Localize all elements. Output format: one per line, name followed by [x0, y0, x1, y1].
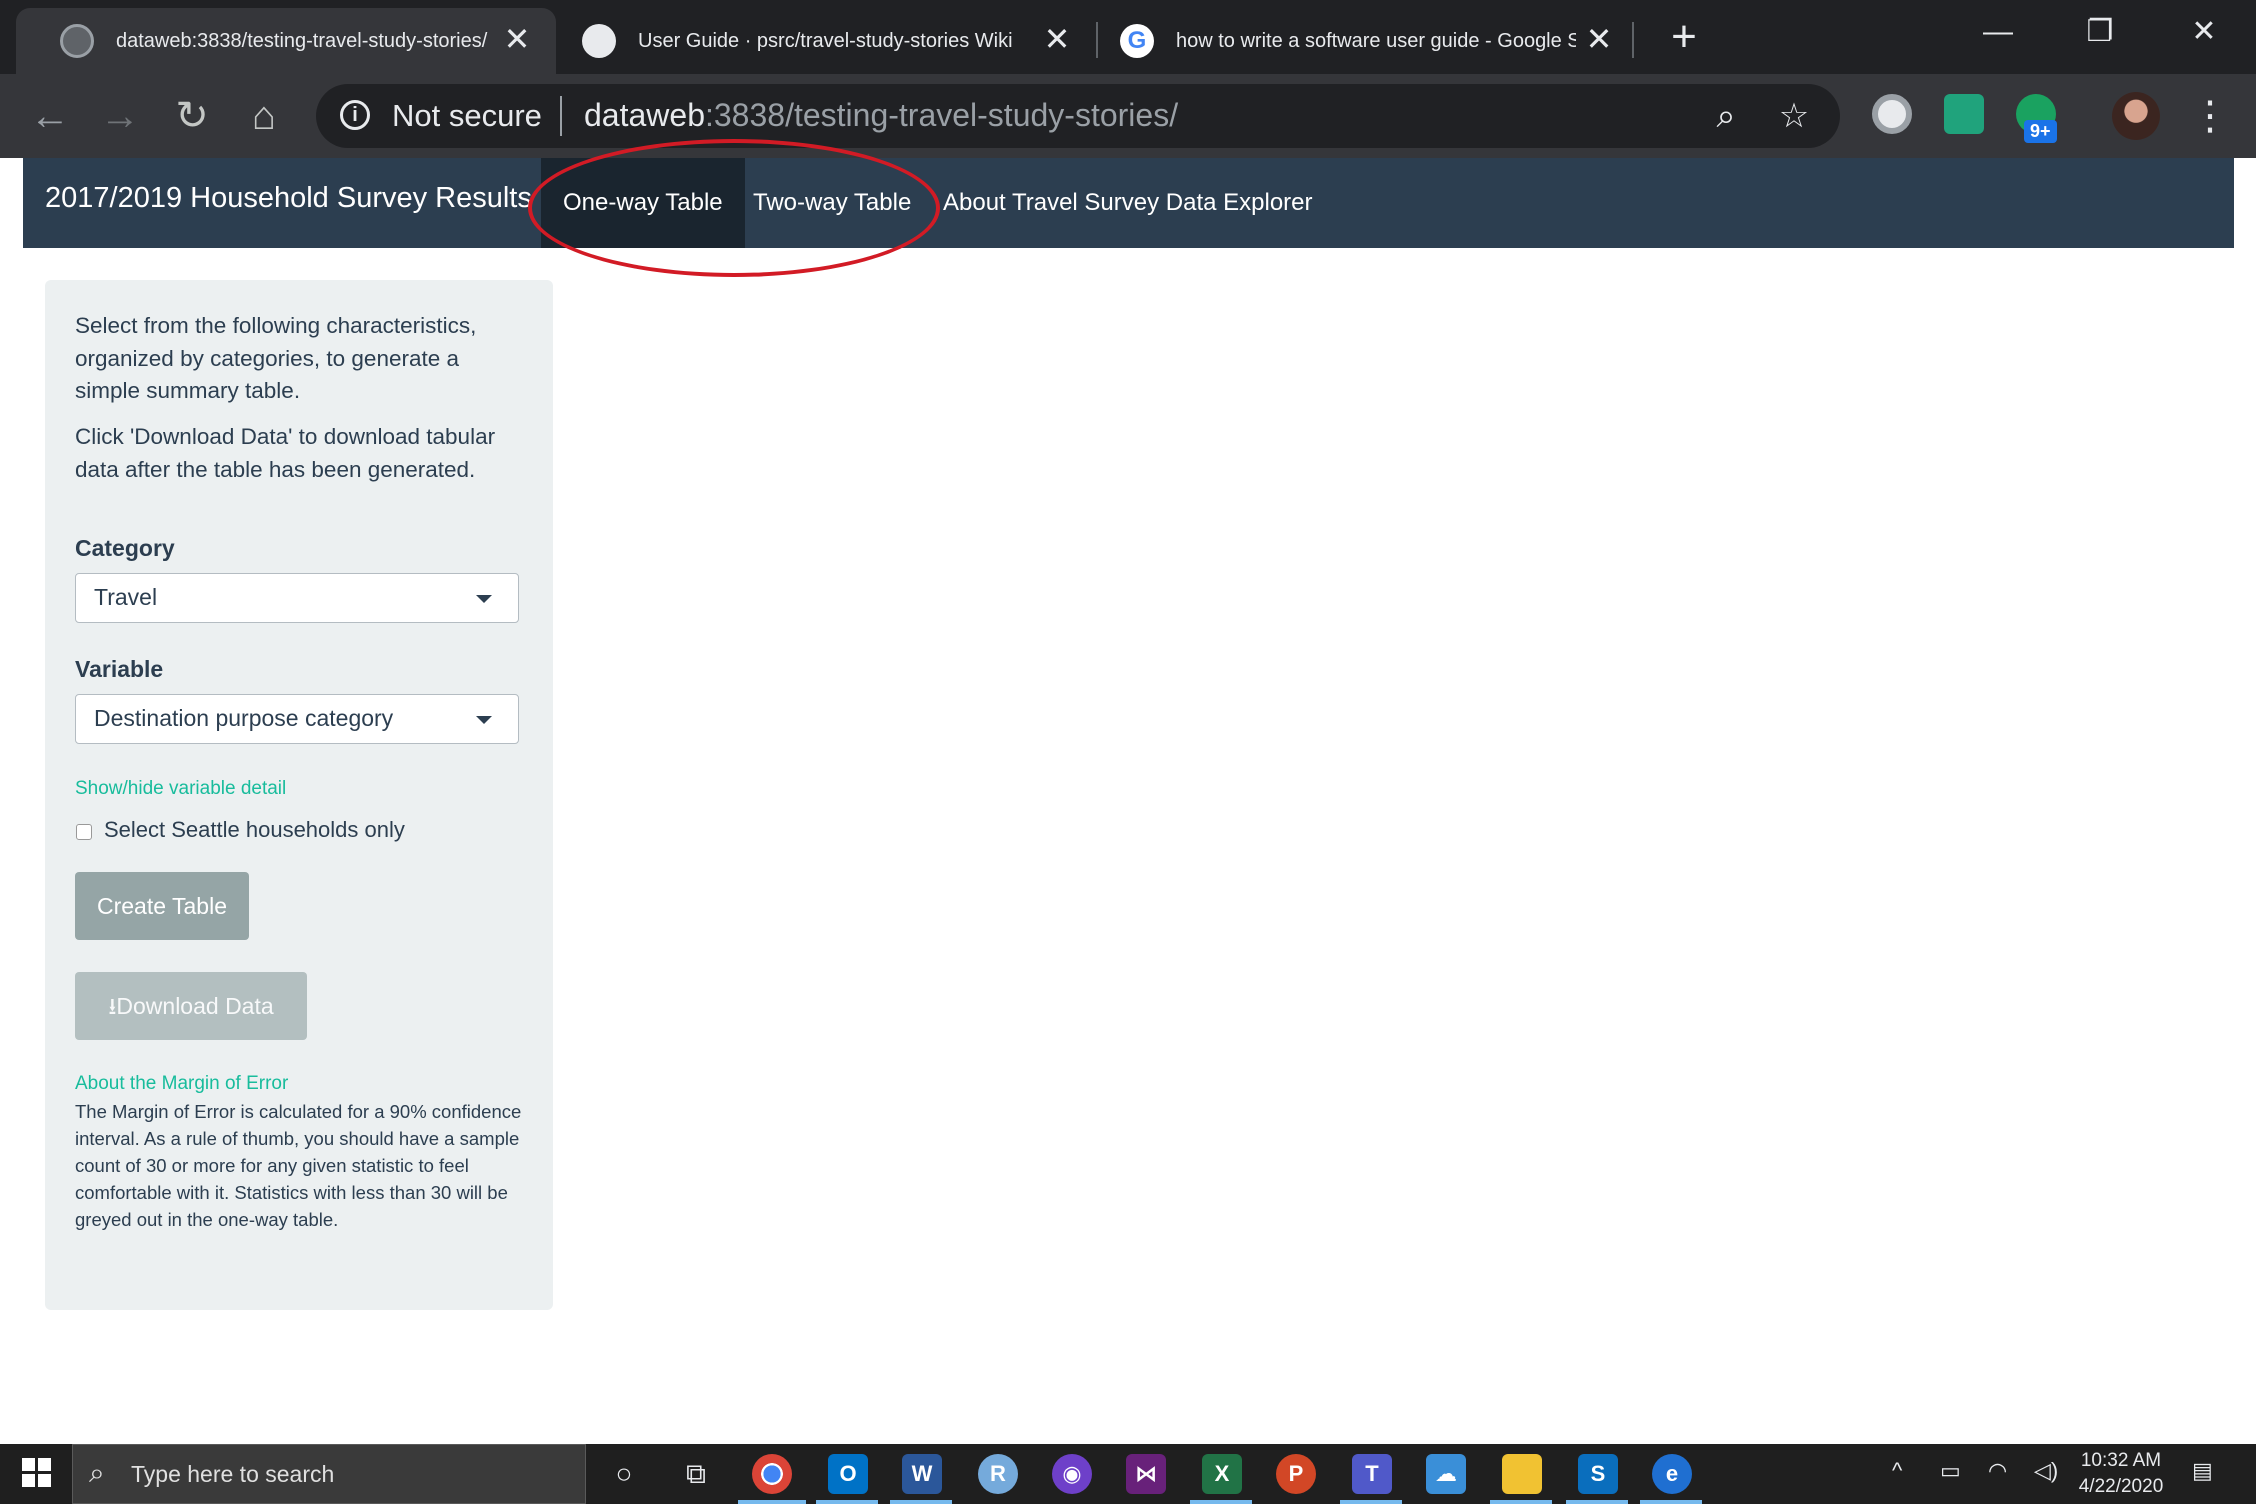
window-close-button[interactable]: ✕ — [2174, 12, 2234, 52]
windows-start-icon[interactable] — [22, 1458, 52, 1488]
windows-taskbar: ⌕ Type here to search ○ ⧉ O W R ◉ ⋈ X P … — [0, 1444, 2256, 1504]
file-explorer-icon[interactable] — [1502, 1454, 1542, 1494]
info-icon[interactable]: i — [340, 100, 370, 130]
url-host: dataweb — [584, 97, 705, 133]
minimize-button[interactable]: — — [1968, 12, 2028, 52]
category-label: Category — [75, 535, 175, 561]
chrome-icon[interactable] — [752, 1454, 792, 1494]
chevron-up-icon[interactable]: ^ — [1892, 1458, 1902, 1484]
tab-title: how to write a software user guide - Goo… — [1176, 29, 1576, 52]
star-icon[interactable]: ☆ — [1774, 96, 1814, 136]
variable-value: Destination purpose category — [94, 705, 394, 731]
browser-tab[interactable]: G how to write a software user guide - G… — [1098, 8, 1638, 74]
browser-tab[interactable]: User Guide · psrc/travel-study-stories W… — [556, 8, 1096, 74]
back-arrow-icon[interactable]: ← — [22, 88, 78, 144]
variable-select[interactable]: Destination purpose category — [75, 694, 519, 744]
caret-down-icon — [476, 595, 492, 603]
github-desktop-icon[interactable]: ◉ — [1052, 1454, 1092, 1494]
restore-button[interactable]: ❐ — [2070, 12, 2130, 52]
visual-studio-icon[interactable]: ⋈ — [1126, 1454, 1166, 1494]
url-path: :3838/testing-travel-study-stories/ — [704, 97, 1179, 133]
avatar[interactable] — [2112, 92, 2160, 140]
cortana-icon[interactable]: ○ — [604, 1454, 644, 1494]
running-app-indicator — [816, 1500, 878, 1504]
new-tab-button[interactable]: + — [1664, 15, 1704, 59]
browser-tab-strip: dataweb:3838/testing-travel-study-storie… — [0, 0, 2256, 74]
close-icon[interactable]: ✕ — [1040, 22, 1074, 56]
running-app-indicator — [1490, 1500, 1552, 1504]
browser-toolbar: ← → ↻ ⌂ i Not secure dataweb:3838/testin… — [0, 74, 2256, 158]
running-app-indicator — [1190, 1500, 1252, 1504]
security-indicator[interactable]: Not secure — [392, 98, 542, 134]
system-clock[interactable]: 10:32 AM 4/22/2020 — [2076, 1448, 2166, 1500]
running-app-indicator — [1340, 1500, 1402, 1504]
tab-title: User Guide · psrc/travel-study-stories W… — [638, 29, 1013, 52]
excel-icon[interactable]: X — [1202, 1454, 1242, 1494]
rstudio-icon[interactable]: R — [978, 1454, 1018, 1494]
tab-about[interactable]: About Travel Survey Data Explorer — [921, 158, 1335, 248]
seattle-checkbox-label[interactable]: Select Seattle households only — [104, 817, 405, 843]
download-data-button[interactable]: ⭳Download Data — [75, 972, 307, 1040]
globe-icon — [60, 24, 94, 58]
annotation-ellipse — [528, 139, 940, 277]
reload-icon[interactable]: ↻ — [164, 88, 220, 144]
running-app-indicator — [1566, 1500, 1628, 1504]
sidebar-download-hint: Click 'Download Data' to download tabula… — [75, 424, 496, 482]
teams-icon[interactable]: T — [1352, 1454, 1392, 1494]
tab-title: dataweb:3838/testing-travel-study-storie… — [116, 29, 488, 52]
toggle-variable-detail-link[interactable]: Show/hide variable detail — [75, 778, 286, 800]
tab-separator — [1632, 22, 1634, 58]
category-select[interactable]: Travel — [75, 573, 519, 623]
taskbar-search-box[interactable]: ⌕ Type here to search — [72, 1444, 586, 1504]
extension-icon[interactable] — [1872, 94, 1912, 134]
extension-icon[interactable] — [1944, 94, 1984, 134]
edge-icon[interactable]: e — [1652, 1454, 1692, 1494]
active-app-indicator — [738, 1500, 806, 1504]
google-icon: G — [1120, 24, 1154, 58]
url-text[interactable]: dataweb:3838/testing-travel-study-storie… — [584, 97, 1178, 134]
powerpoint-icon[interactable]: P — [1276, 1454, 1316, 1494]
forward-arrow-icon[interactable]: → — [92, 88, 148, 144]
search-icon: ⌕ — [89, 1457, 105, 1488]
variable-label: Variable — [75, 656, 164, 682]
network-drive-icon[interactable]: ☁ — [1426, 1454, 1466, 1494]
close-icon[interactable]: ✕ — [1582, 22, 1616, 56]
running-app-indicator — [1640, 1500, 1702, 1504]
wifi-icon[interactable]: ◠ — [1988, 1458, 2007, 1484]
word-icon[interactable]: W — [902, 1454, 942, 1494]
sidebar-intro: Select from the following characteristic… — [75, 313, 477, 403]
task-view-icon[interactable]: ⧉ — [676, 1454, 716, 1494]
seattle-checkbox[interactable] — [76, 824, 92, 840]
close-icon[interactable]: ✕ — [500, 22, 534, 56]
menu-icon[interactable]: ⋮ — [2190, 92, 2230, 142]
browser-tab-active[interactable]: dataweb:3838/testing-travel-study-storie… — [16, 8, 556, 74]
extension-badge: 9+ — [2024, 120, 2057, 143]
outlook-icon[interactable]: O — [828, 1454, 868, 1494]
app-title: 2017/2019 Household Survey Results — [45, 182, 532, 214]
notification-icon[interactable]: ▤ — [2192, 1458, 2213, 1484]
address-bar[interactable]: i Not secure dataweb:3838/testing-travel… — [316, 84, 1840, 148]
sap-icon[interactable]: S — [1578, 1454, 1618, 1494]
moe-heading-link[interactable]: About the Margin of Error — [75, 1073, 288, 1095]
app-navbar: 2017/2019 Household Survey Results One-w… — [23, 158, 2234, 248]
taskbar-search-placeholder: Type here to search — [131, 1461, 335, 1487]
volume-icon[interactable]: ◁) — [2034, 1458, 2058, 1484]
download-data-label: Download Data — [116, 993, 274, 1019]
sidebar-panel: Select from the following characteristic… — [45, 280, 553, 1310]
moe-description: The Margin of Error is calculated for a … — [75, 1101, 522, 1230]
clock-date: 4/22/2020 — [2078, 1476, 2164, 1497]
home-icon[interactable]: ⌂ — [236, 88, 292, 144]
battery-icon[interactable]: ▭ — [1940, 1458, 1961, 1484]
zoom-icon[interactable]: ⌕ — [1706, 96, 1746, 136]
url-divider — [560, 96, 562, 136]
category-value: Travel — [94, 584, 158, 610]
create-table-button[interactable]: Create Table — [75, 872, 249, 940]
caret-down-icon — [476, 716, 492, 724]
github-icon — [582, 24, 616, 58]
running-app-indicator — [890, 1500, 952, 1504]
clock-time: 10:32 AM — [2080, 1450, 2162, 1471]
